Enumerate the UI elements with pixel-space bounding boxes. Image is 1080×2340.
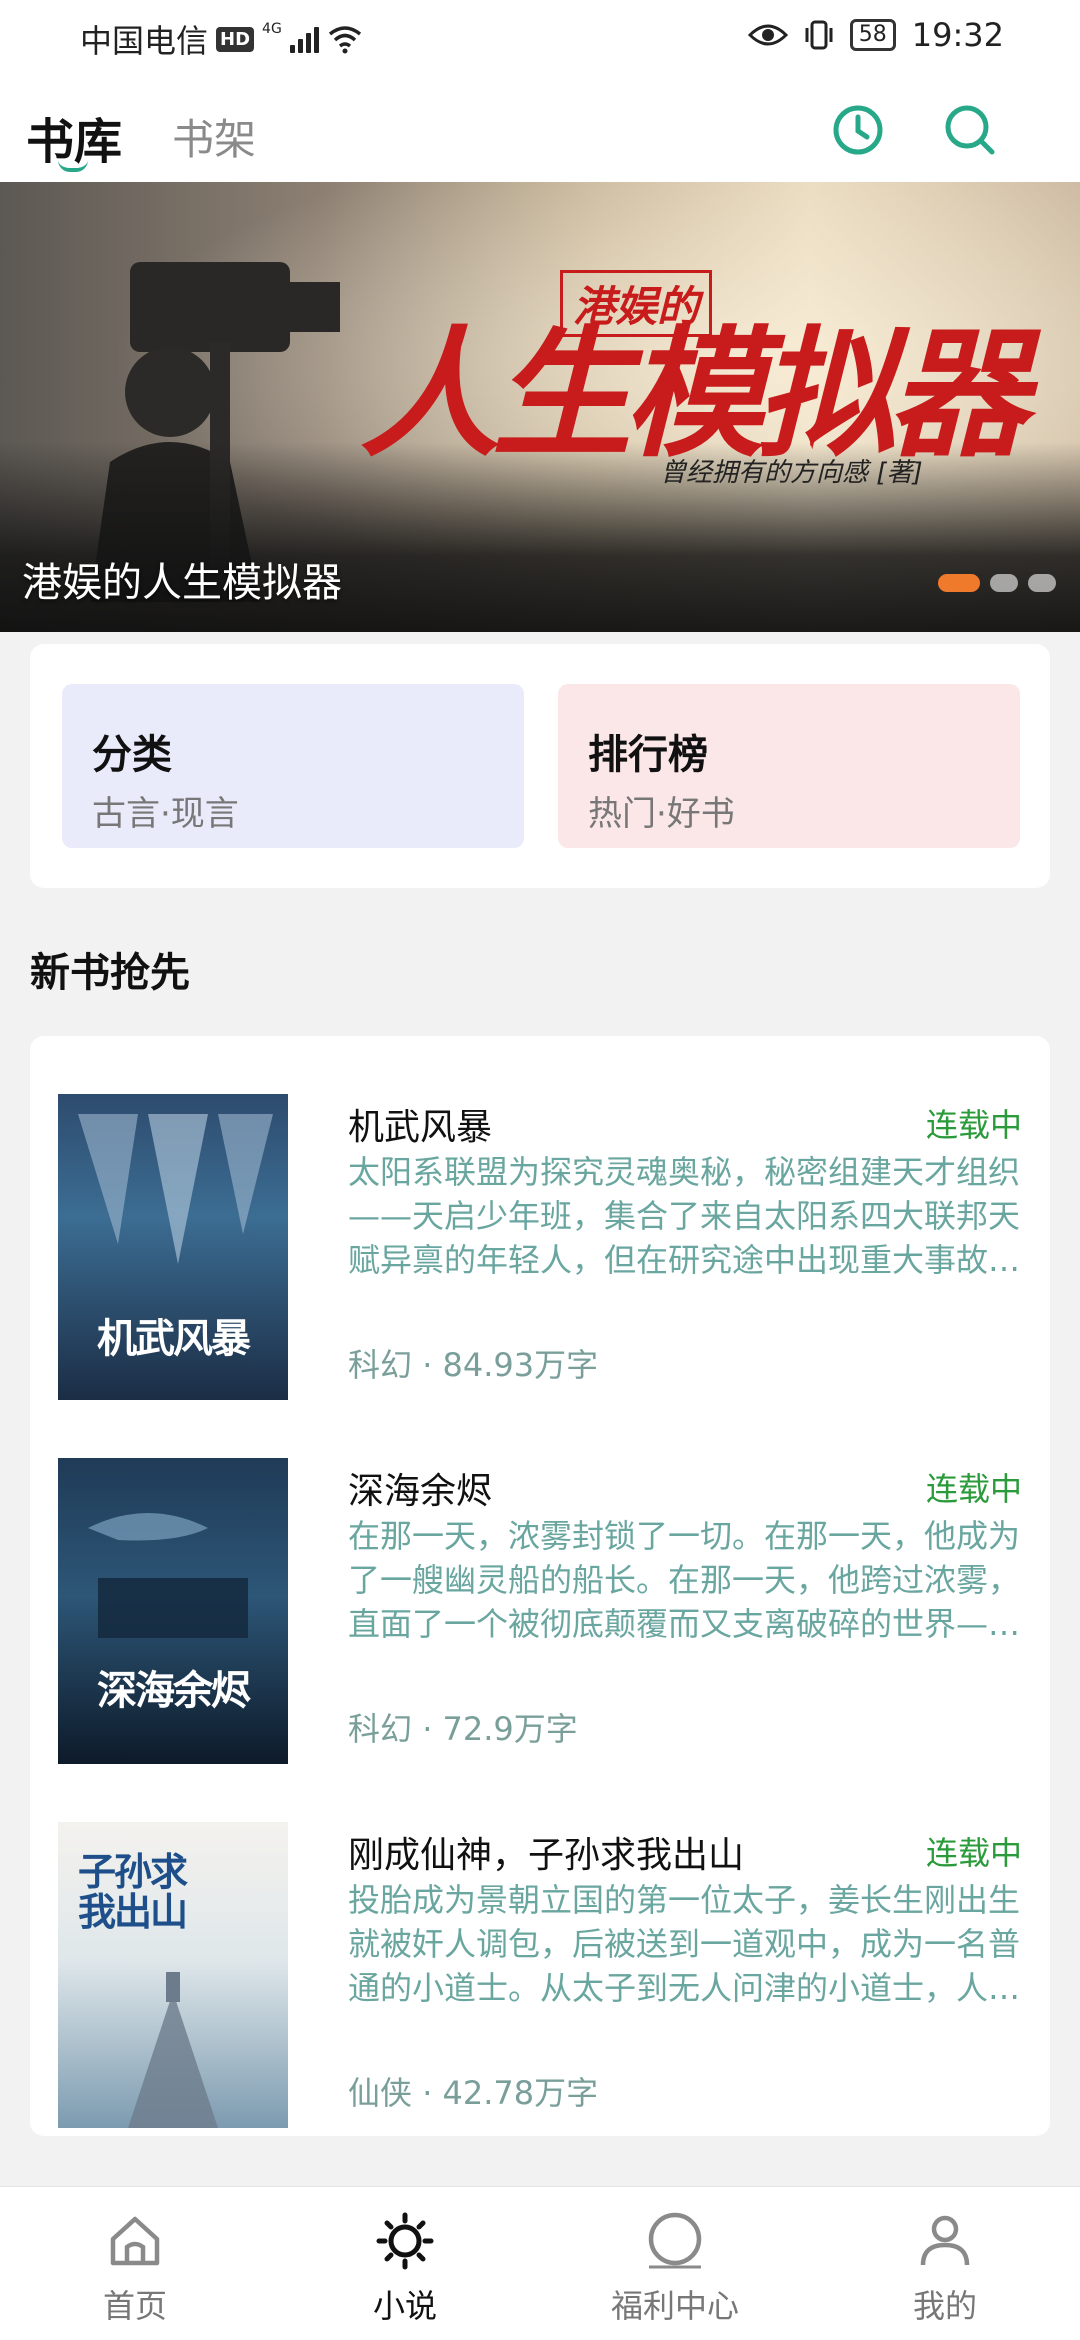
nav-mine[interactable]: 我的 [810,2187,1080,2340]
circle-icon [648,2212,702,2269]
book-word-count: 84.93万字 [442,1346,599,1384]
nav-home[interactable]: 首页 [0,2187,270,2340]
banner-dot-active[interactable] [938,574,980,592]
nav-novel[interactable]: 小说 [270,2187,540,2340]
category-subtitle: 古言·现言 [92,794,239,834]
ranking-title: 排行榜 [588,732,708,778]
person-icon [920,2215,970,2266]
book-title: 机武风暴 [348,1107,493,1148]
network-label: 4G [262,21,282,37]
status-right: 58 19:32 [747,16,1004,54]
sun-icon [376,2212,434,2270]
status-left: 中国电信 HD 4G [80,16,363,62]
meta-separator: · [412,1346,443,1384]
banner-dot[interactable] [1028,574,1056,592]
quick-links-card: 分类 古言·现言 排行榜 热门·好书 [30,644,1050,888]
banner-dot[interactable] [990,574,1018,592]
book-title: 深海余烬 [348,1471,493,1512]
cover-title: 机武风暴 [97,1316,251,1362]
bottom-nav: 首页 小说 福利中心 我的 [0,2186,1080,2340]
book-status: 连载中 [925,1106,1022,1144]
banner-art-author: 曾经拥有的方向感 [著] [660,458,923,488]
nav-mine-label: 我的 [912,2287,977,2325]
cover-title: 子孙求我出山 [78,1850,188,1934]
nav-home-label: 首页 [102,2287,167,2325]
banner-art-author-name: 曾经拥有的方向感 [660,458,869,488]
nav-welfare[interactable]: 福利中心 [540,2187,810,2340]
banner-art-author-suffix: 著 [886,458,913,488]
banner-title: 港娱的人生模拟器 [22,560,342,606]
book-cover[interactable]: 深海余烬 [58,1458,288,1764]
book-item[interactable]: 子孙求我出山 刚成仙神，子孙求我出山 连载中 投胎成为景朝立国的第一位太子，姜长… [58,1822,1022,2128]
meta-separator: · [412,2074,443,2112]
book-genre: 仙侠 [348,2074,413,2112]
book-word-count: 72.9万字 [442,1710,578,1748]
carrier-label: 中国电信 [80,22,209,60]
search-icon[interactable] [940,100,1000,160]
section-title: 新书抢先 [30,950,190,996]
book-cover[interactable]: 子孙求我出山 [58,1822,288,2128]
book-genre: 科幻 [348,1710,413,1748]
home-icon [110,2216,160,2266]
promo-banner[interactable]: 港娱的 人生模拟器 曾经拥有的方向感 [著] 港娱的人生模拟器 [0,182,1080,632]
book-item[interactable]: 机武风暴 机武风暴 连载中 太阳系联盟为探究灵魂奥秘，秘密组建天才组织——天启少… [58,1094,1022,1400]
status-bar: 中国电信 HD 4G 58 19:32 [0,0,1080,72]
book-meta: 科幻 · 72.9万字 [348,1704,578,1750]
vibrate-icon [805,20,833,50]
cover-title: 深海余烬 [97,1668,251,1714]
history-clock-icon[interactable] [828,100,888,160]
book-item[interactable]: 深海余烬 深海余烬 连载中 在那一天，浓雾封锁了一切。在那一天，他成为了一艘幽灵… [58,1458,1022,1764]
wifi-icon [328,26,361,54]
cover-art-whale [88,1513,248,1638]
signal-icon [289,25,319,53]
app-root: 中国电信 HD 4G 58 19:32 书库 书架 港娱的 人生模拟器 曾经拥有… [0,0,1080,2340]
top-header: 书库 书架 [0,72,1080,182]
book-meta: 仙侠 · 42.78万字 [348,2068,598,2114]
ranking-button[interactable]: 排行榜 热门·好书 [558,684,1020,848]
book-genre: 科幻 [348,1346,413,1384]
tab-bookshelf[interactable]: 书架 [172,106,256,167]
book-word-count: 42.78万字 [442,2074,599,2112]
nav-novel-label: 小说 [372,2287,437,2325]
ranking-subtitle: 热门·好书 [588,794,735,834]
hd-badge: HD [216,26,255,52]
book-description: 投胎成为景朝立国的第一位太子，姜长生刚出生就被奸人调包，后被送到一道观中，成为一… [348,1881,1021,2007]
eye-icon [747,24,788,46]
meta-separator: · [412,1710,443,1748]
book-description: 在那一天，浓雾封锁了一切。在那一天，他成为了一艘幽灵船的船长。在那一天，他跨过浓… [348,1517,1021,1643]
book-status: 连载中 [925,1470,1022,1508]
book-meta: 科幻 · 84.93万字 [348,1340,598,1386]
category-title: 分类 [92,732,172,778]
clock-time: 19:32 [911,16,1004,54]
book-list: 机武风暴 机武风暴 连载中 太阳系联盟为探究灵魂奥秘，秘密组建天才组织——天启少… [30,1036,1050,2136]
category-button[interactable]: 分类 古言·现言 [62,684,524,848]
banner-pagination [938,574,1056,592]
nav-welfare-label: 福利中心 [610,2287,739,2325]
book-title: 刚成仙神，子孙求我出山 [348,1835,745,1876]
book-cover[interactable]: 机武风暴 [58,1094,288,1400]
book-status: 连载中 [925,1834,1022,1872]
book-description: 太阳系联盟为探究灵魂奥秘，秘密组建天才组织——天启少年班，集合了来自太阳系四大联… [348,1153,1021,1279]
battery-indicator: 58 [849,19,896,51]
